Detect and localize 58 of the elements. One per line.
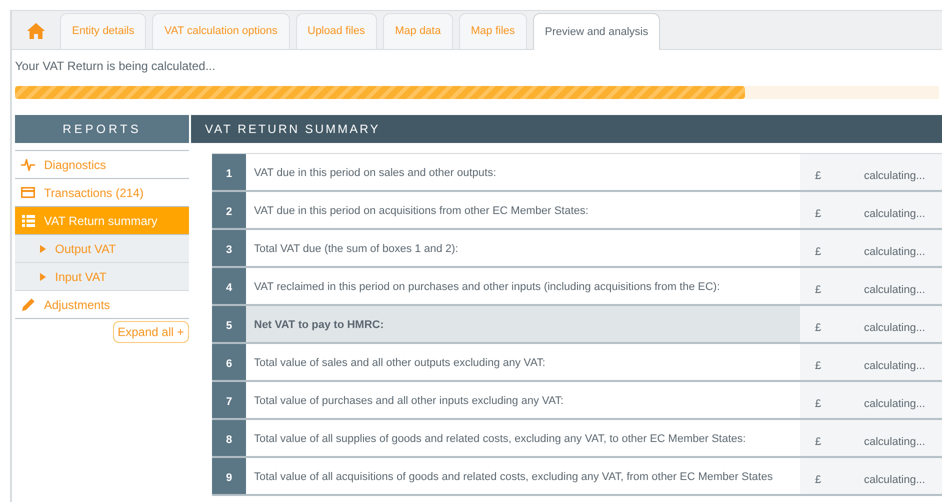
row-label: Total value of purchases and all other inputs excluding any VAT:: [253, 394, 565, 409]
amount-value: calculating...: [835, 458, 942, 494]
box-number: 6: [212, 344, 246, 380]
caret-icon: [40, 244, 46, 252]
box-number: 5: [212, 306, 246, 342]
sidebar-item[interactable]: VAT Return summary: [15, 207, 189, 235]
box-number: 7: [212, 382, 246, 418]
currency-symbol: £: [800, 344, 835, 380]
summary-header: VAT RETURN SUMMARY: [191, 115, 942, 143]
box-number: 2: [212, 192, 246, 228]
tab[interactable]: Upload files: [296, 13, 377, 49]
amount-value: calculating...: [835, 344, 942, 380]
row-label: Total value of all supplies of goods and related costs, excluding any VAT, to other EC Member States:: [253, 432, 747, 447]
row-label: VAT due in this period on sales and other outputs:: [253, 166, 498, 181]
amount-value: calculating...: [835, 154, 942, 190]
currency-symbol: £: [800, 192, 835, 228]
currency-symbol: £: [800, 458, 835, 494]
box-number: 4: [212, 268, 246, 304]
currency-symbol: £: [800, 382, 835, 418]
sidebar-item[interactable]: Adjustments: [15, 291, 189, 319]
box-number: 8: [212, 420, 246, 456]
sidebar-subitem[interactable]: Output VAT: [15, 235, 189, 263]
row-label: Total VAT due (the sum of boxes 1 and 2):: [253, 242, 460, 257]
card-icon: [21, 187, 35, 198]
caret-icon: [40, 272, 46, 280]
home-icon: [26, 22, 46, 40]
tab[interactable]: Preview and analysis: [532, 13, 660, 50]
currency-symbol: £: [800, 154, 835, 190]
list-icon: [22, 214, 34, 226]
amount-value: calculating...: [835, 192, 942, 228]
status-message: Your VAT Return is being calculated...: [15, 58, 216, 75]
pulse-icon: [21, 158, 35, 170]
sidebar-subitem[interactable]: Input VAT: [15, 263, 189, 291]
box-number: 3: [212, 230, 246, 266]
tab[interactable]: Entity details: [60, 13, 146, 49]
amount-value: calculating...: [835, 268, 942, 304]
row-label: Net VAT to pay to HMRC:: [253, 318, 385, 333]
currency-symbol: £: [800, 306, 835, 342]
sidebar-item[interactable]: Diagnostics: [15, 151, 189, 179]
box-number: 9: [212, 458, 246, 494]
tab[interactable]: VAT calculation options: [152, 13, 290, 49]
tab[interactable]: Map data: [382, 13, 453, 49]
row-label: VAT reclaimed in this period on purchases and other inputs (including acquisitions from the EC):: [253, 280, 721, 295]
amount-value: calculating...: [835, 230, 942, 266]
tab[interactable]: Map files: [458, 13, 527, 49]
row-label: VAT due in this period on acquisitions from other EC Member States:: [253, 204, 590, 219]
pencil-icon: [22, 298, 34, 311]
box-number: 1: [212, 154, 246, 190]
row-label: Total value of all acquisitions of goods and related costs, excluding any VAT, from other EC Member States: [253, 470, 774, 485]
amount-value: calculating...: [835, 306, 942, 342]
currency-symbol: £: [800, 420, 835, 456]
expand-all-button[interactable]: Expand all +: [112, 321, 189, 343]
amount-value: calculating...: [835, 382, 942, 418]
currency-symbol: £: [800, 230, 835, 266]
row-label: Total value of sales and all other outputs excluding any VAT:: [253, 356, 546, 371]
reports-header: REPORTS: [15, 115, 189, 143]
amount-value: calculating...: [835, 420, 942, 456]
currency-symbol: £: [800, 268, 835, 304]
